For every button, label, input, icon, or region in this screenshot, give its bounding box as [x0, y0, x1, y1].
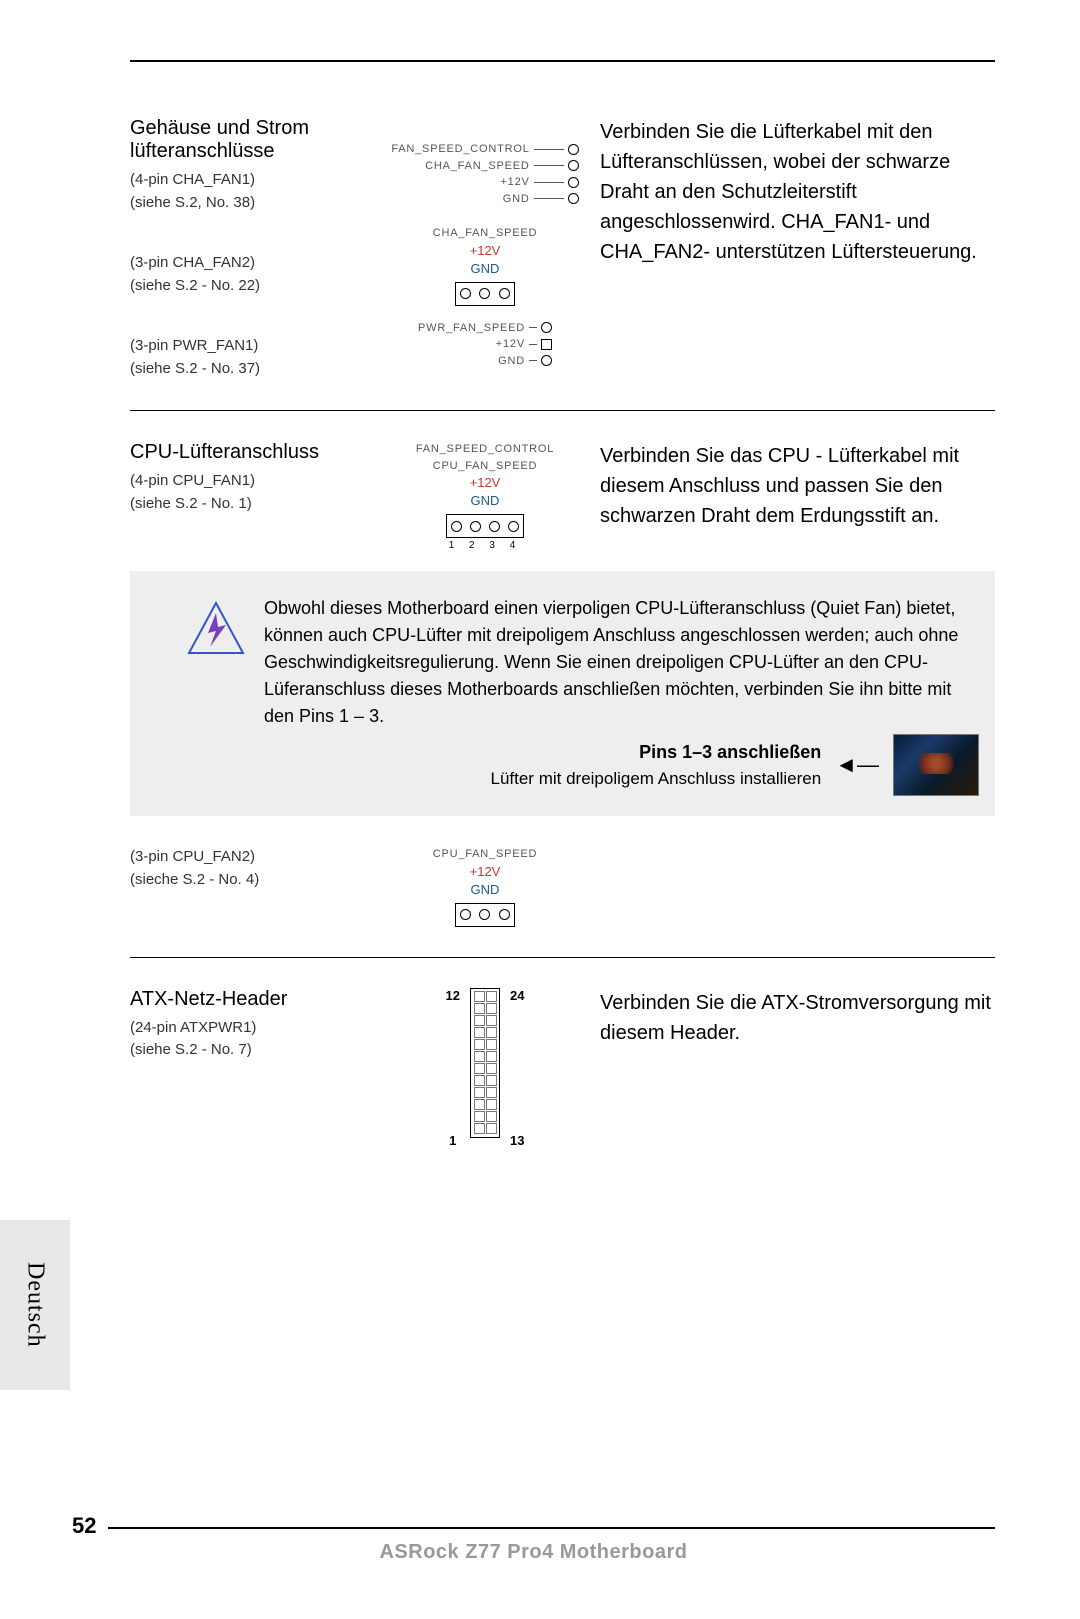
- diagram-cpu-fan2: CPU_FAN_SPEED +12V GND: [380, 846, 590, 927]
- section2-title: CPU-Lüfteranschluss: [130, 441, 370, 464]
- separator-2: [130, 957, 995, 958]
- footer-title: ASRock Z77 Pro4 Motherboard: [72, 1541, 995, 1564]
- lightning-warning-icon: [186, 601, 246, 656]
- arrow-left-icon: ◄—: [835, 752, 879, 778]
- section2-item0-label: (4-pin CPU_FAN1): [130, 470, 370, 493]
- section-cpu-fan: CPU-Lüfteranschluss (4-pin CPU_FAN1) (si…: [130, 441, 995, 551]
- section4-item0-label: (24-pin ATXPWR1): [130, 1017, 370, 1040]
- page-footer: 52 ASRock Z77 Pro4 Motherboard: [72, 1527, 995, 1564]
- section1-desc: Verbinden Sie die Lüfterkabel mit den Lü…: [600, 117, 995, 267]
- diagram-cpu-fan1: FAN_SPEED_CONTROL CPU_FAN_SPEED +12V GND…: [380, 441, 590, 551]
- section1-item0-ref: (siehe S.2, No. 38): [130, 192, 370, 215]
- note-main-text: Obwohl dieses Motherboard einen vierpoli…: [264, 595, 979, 730]
- section2-desc: Verbinden Sie das CPU - Lüfterkabel mit …: [600, 441, 995, 531]
- separator-1: [130, 410, 995, 411]
- diagram-cha-fan1: FAN_SPEED_CONTROL CHA_FAN_SPEED +12V GND: [391, 141, 578, 207]
- section1-item2-label: (3-pin PWR_FAN1): [130, 335, 370, 358]
- language-tab: Deutsch: [0, 1220, 70, 1390]
- section1-item2-ref: (siehe S.2 - No. 37): [130, 358, 370, 381]
- section1-item1-ref: (siehe S.2 - No. 22): [130, 275, 370, 298]
- section-cpu-fan2: (3-pin CPU_FAN2) (sieche S.2 - No. 4) CP…: [130, 846, 995, 927]
- note-sub: Lüfter mit dreipoligem Anschluss install…: [491, 769, 822, 789]
- section3-item0-label: (3-pin CPU_FAN2): [130, 846, 370, 869]
- diagram-cha-fan2: CHA_FAN_SPEED +12V GND: [380, 225, 590, 306]
- section1-item0-label: (4-pin CHA_FAN1): [130, 169, 370, 192]
- section1-item1-label: (3-pin CHA_FAN2): [130, 252, 370, 275]
- connector-photo: [893, 734, 979, 796]
- diagram-pwr-fan1: PWR_FAN_SPEED +12V GND: [418, 320, 552, 370]
- section1-title: Gehäuse und Strom lüfteranschlüsse: [130, 117, 370, 163]
- diagram-atx: 12 1 24 13: [380, 988, 590, 1148]
- warning-note: Obwohl dieses Motherboard einen vierpoli…: [130, 571, 995, 816]
- top-rule: [130, 60, 995, 62]
- section-chassis-fans: Gehäuse und Strom lüfteranschlüsse (4-pi…: [130, 117, 995, 380]
- section2-item0-ref: (siehe S.2 - No. 1): [130, 493, 370, 516]
- section4-desc: Verbinden Sie die ATX-Stromversorgung mi…: [600, 988, 995, 1048]
- language-label: Deutsch: [22, 1262, 49, 1348]
- section4-title: ATX-Netz-Header: [130, 988, 370, 1011]
- section3-item0-ref: (sieche S.2 - No. 4): [130, 869, 370, 892]
- page-content: Gehäuse und Strom lüfteranschlüsse (4-pi…: [130, 60, 995, 1559]
- section-atx-header: ATX-Netz-Header (24-pin ATXPWR1) (siehe …: [130, 988, 995, 1148]
- page-number: 52: [72, 1513, 108, 1539]
- note-bold: Pins 1–3 anschließen: [491, 742, 822, 763]
- section4-item0-ref: (siehe S.2 - No. 7): [130, 1039, 370, 1062]
